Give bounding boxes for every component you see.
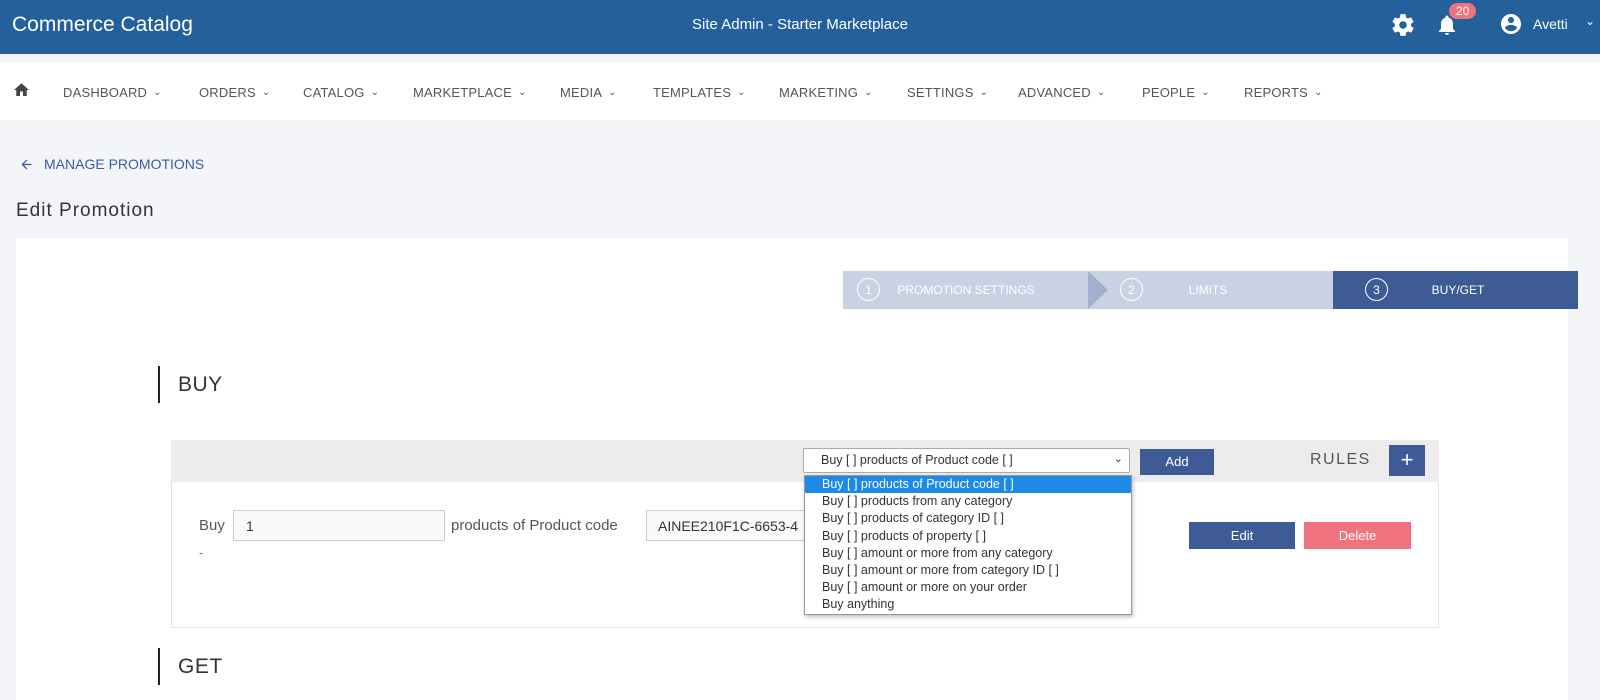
quantity-input[interactable]: 1	[233, 510, 445, 541]
rule-type-select[interactable]: Buy [ ] products of Product code [ ] ⌄	[803, 448, 1130, 473]
menu-orders[interactable]: ORDERS ⌄	[199, 85, 270, 100]
step-buy-get[interactable]: 3 BUY/GET	[1333, 271, 1578, 309]
menu-advanced[interactable]: ADVANCED ⌄	[1018, 85, 1105, 100]
chevron-down-icon: ⌄	[153, 87, 162, 98]
dropdown-option[interactable]: Buy [ ] amount or more from category ID …	[805, 562, 1131, 579]
user-name[interactable]: Avetti	[1533, 16, 1568, 32]
site-title: Site Admin - Starter Marketplace	[692, 16, 908, 33]
menu-marketplace[interactable]: MARKETPLACE ⌄	[413, 85, 527, 100]
user-menu-chevron-icon[interactable]: ⌄	[1585, 14, 1595, 28]
chevron-down-icon: ⌄	[1314, 87, 1323, 98]
add-rule-button[interactable]: Add	[1140, 449, 1214, 475]
add-rules-plus-button[interactable]: +	[1389, 445, 1425, 476]
chevron-down-icon: ⌄	[1201, 87, 1210, 98]
chevron-down-icon: ⌄	[518, 87, 527, 98]
product-code-input[interactable]: AINEE210F1C-6653-4	[646, 510, 806, 541]
main-menu: DASHBOARD ⌄ ORDERS ⌄ CATALOG ⌄ MARKETPLACE ⌄…	[0, 63, 1600, 120]
chevron-down-icon: ⌄	[608, 87, 617, 98]
top-bar: Commerce Catalog Site Admin - Starter Ma…	[0, 0, 1600, 54]
dropdown-option[interactable]: Buy [ ] products of category ID [ ]	[805, 510, 1131, 527]
edit-rule-button[interactable]: Edit	[1189, 522, 1295, 549]
menu-catalog[interactable]: CATALOG ⌄	[303, 85, 379, 100]
menu-dashboard[interactable]: DASHBOARD ⌄	[63, 85, 162, 100]
arrow-left-icon	[21, 159, 32, 169]
dropdown-option[interactable]: Buy [ ] amount or more from any category	[805, 545, 1131, 562]
menu-marketing[interactable]: MARKETING ⌄	[779, 85, 873, 100]
home-icon[interactable]	[12, 81, 31, 99]
chevron-down-icon: ⌄	[1113, 453, 1123, 465]
user-avatar-icon[interactable]	[1499, 12, 1523, 36]
chevron-down-icon: ⌄	[864, 87, 873, 98]
buy-section-heading: BUY	[158, 366, 223, 403]
step-limits[interactable]: 2 LIMITS	[1088, 271, 1333, 309]
step-label: LIMITS	[1188, 283, 1228, 297]
dropdown-option[interactable]: Buy [ ] amount or more on your order	[805, 579, 1131, 596]
dropdown-option[interactable]: Buy [ ] products from any category	[805, 493, 1131, 510]
rules-label: RULES	[1310, 451, 1371, 468]
menu-settings[interactable]: SETTINGS ⌄	[907, 85, 988, 100]
chevron-down-icon: ⌄	[979, 87, 989, 98]
step-label: BUY/GET	[1431, 283, 1485, 297]
rule-type-selected-value: Buy [ ] products of Product code [ ]	[821, 453, 1013, 467]
rule-dash-text: -	[199, 545, 204, 560]
dropdown-option[interactable]: Buy anything	[805, 596, 1131, 613]
delete-rule-button[interactable]: Delete	[1304, 522, 1411, 549]
chevron-down-icon: ⌄	[370, 87, 380, 98]
stepper-arrow	[1088, 271, 1108, 309]
chevron-down-icon: ⌄	[261, 87, 271, 98]
rule-middle-text: products of Product code	[451, 517, 618, 534]
rule-type-dropdown-list: Buy [ ] products of Product code [ ] Buy…	[804, 475, 1132, 615]
step-label: PROMOTION SETTINGS	[897, 283, 1035, 297]
menu-media[interactable]: MEDIA ⌄	[560, 85, 617, 100]
chevron-down-icon: ⌄	[1096, 87, 1106, 98]
menu-people[interactable]: PEOPLE ⌄	[1142, 85, 1210, 100]
menu-reports[interactable]: REPORTS ⌄	[1244, 85, 1323, 100]
step-number: 3	[1365, 278, 1388, 301]
dropdown-option[interactable]: Buy [ ] products of property [ ]	[805, 528, 1131, 545]
page-title: Edit Promotion	[16, 200, 155, 221]
back-to-manage-promotions-link[interactable]: MANAGE PROMOTIONS	[18, 156, 204, 172]
step-number: 1	[857, 278, 880, 301]
rule-prefix-text: Buy	[199, 517, 225, 534]
notification-count-badge[interactable]: 20	[1449, 3, 1477, 19]
menu-templates[interactable]: TEMPLATES ⌄	[653, 85, 746, 100]
dropdown-option[interactable]: Buy [ ] products of Product code [ ]	[805, 476, 1131, 494]
step-promotion-settings[interactable]: 1 PROMOTION SETTINGS	[843, 271, 1088, 309]
get-section-heading: GET	[158, 648, 223, 685]
step-number: 2	[1120, 278, 1143, 301]
chevron-down-icon: ⌄	[737, 87, 746, 98]
settings-gear-icon[interactable]	[1390, 12, 1416, 38]
back-link-label: MANAGE PROMOTIONS	[44, 156, 205, 172]
